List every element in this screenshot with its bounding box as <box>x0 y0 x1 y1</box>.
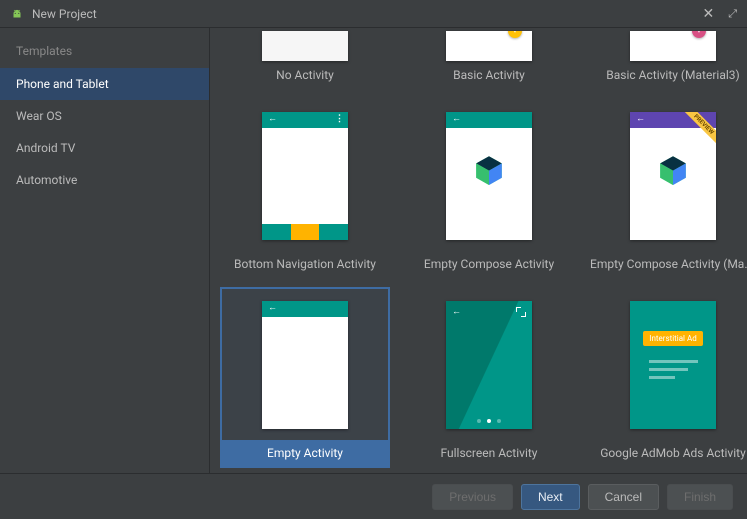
ad-badge: Interstitial Ad <box>643 331 702 346</box>
sidebar-header: Templates <box>0 38 209 68</box>
sidebar-item-automotive[interactable]: Automotive <box>0 164 209 196</box>
template-card-no-activity[interactable]: No Activity <box>220 28 390 90</box>
previous-button: Previous <box>432 484 513 510</box>
template-label: Empty Compose Activity (Material3) <box>588 253 747 279</box>
template-label: Bottom Navigation Activity <box>220 253 390 279</box>
finish-button: Finish <box>667 484 733 510</box>
template-label: Basic Activity (Material3) <box>588 64 747 90</box>
template-card-bottom-navigation[interactable]: ←⋮ Bottom Navigation Activity <box>220 98 390 279</box>
template-card-basic-activity-m3[interactable]: + Basic Activity (Material3) <box>588 28 747 90</box>
template-card-empty-activity[interactable]: ← Empty Activity <box>220 287 390 468</box>
window-title: New Project <box>32 7 702 21</box>
template-gallery[interactable]: No Activity + Basic Activity + Basic Act… <box>210 28 747 473</box>
sidebar-item-android-tv[interactable]: Android TV <box>0 132 209 164</box>
template-card-admob-activity[interactable]: Interstitial Ad Google AdMob Ads Activit… <box>588 287 747 468</box>
template-label: No Activity <box>220 64 390 90</box>
template-label: Basic Activity <box>404 64 574 90</box>
template-label: Fullscreen Activity <box>404 442 574 468</box>
template-label: Empty Activity <box>220 442 390 468</box>
fullscreen-icon <box>516 307 526 317</box>
sidebar-item-wear-os[interactable]: Wear OS <box>0 100 209 132</box>
template-label: Empty Compose Activity <box>404 253 574 279</box>
template-card-empty-compose[interactable]: ← Empty Compose Activity <box>404 98 574 279</box>
sidebar: Templates Phone and Tablet Wear OS Andro… <box>0 28 210 473</box>
template-card-fullscreen-activity[interactable]: ← Fullscreen Activity <box>404 287 574 468</box>
close-icon[interactable]: ✕ <box>702 6 714 22</box>
android-icon <box>10 7 24 21</box>
template-label: Google AdMob Ads Activity <box>588 442 747 468</box>
expand-window-icon[interactable]: ⤢ <box>728 7 737 21</box>
template-card-empty-compose-m3[interactable]: ← PREVIEW Empty Compose Activity (Materi… <box>588 98 747 279</box>
title-bar: New Project ✕ ⤢ <box>0 0 747 28</box>
cancel-button[interactable]: Cancel <box>588 484 659 510</box>
template-card-basic-activity[interactable]: + Basic Activity <box>404 28 574 90</box>
next-button[interactable]: Next <box>521 484 580 510</box>
sidebar-item-phone-tablet[interactable]: Phone and Tablet <box>0 68 209 100</box>
footer: Previous Next Cancel Finish <box>0 473 747 519</box>
